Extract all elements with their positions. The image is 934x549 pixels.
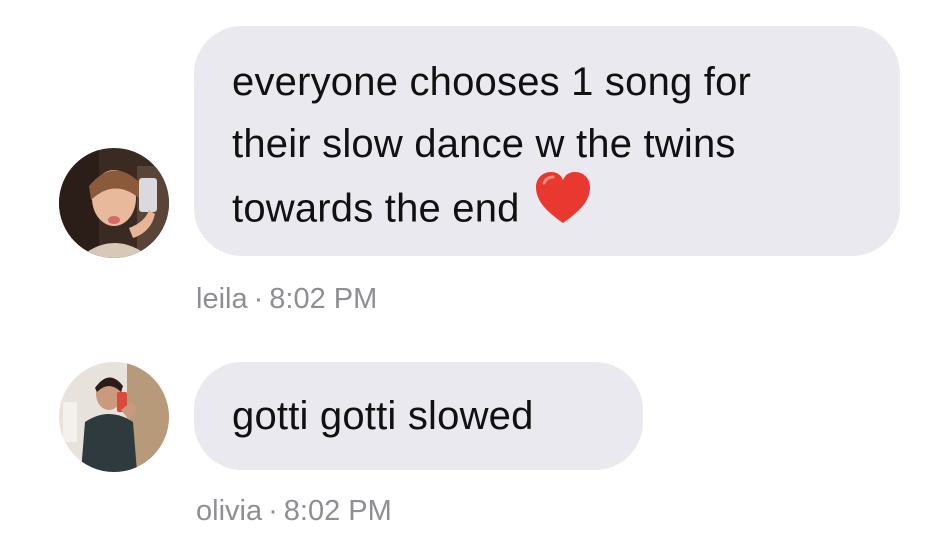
message-timestamp: 8:02 PM — [283, 495, 392, 527]
avatar-photo-leila — [59, 148, 169, 258]
sender-name: olivia — [196, 495, 263, 527]
message-text-line: towards the end — [232, 172, 866, 247]
meta-separator: · — [253, 283, 264, 315]
message-meta-leila: leila · 8:02 PM — [196, 282, 377, 316]
message-text-line: their slow dance w the twins — [232, 122, 736, 166]
message-bubble-olivia[interactable]: gotti gotti slowed — [194, 362, 643, 470]
message-timestamp: 8:02 PM — [269, 283, 378, 315]
message-text-line: gotti gotti slowed — [232, 394, 534, 438]
avatar-leila[interactable] — [59, 148, 169, 258]
sender-name: leila — [196, 283, 248, 315]
avatar-photo-olivia — [59, 362, 169, 472]
heart-emoji-icon — [534, 171, 592, 243]
message-text-line: everyone chooses 1 song for — [232, 60, 752, 104]
message-text-segment: towards the end — [232, 186, 520, 231]
message-meta-olivia: olivia · 8:02 PM — [196, 494, 392, 528]
message-bubble-leila[interactable]: everyone chooses 1 song for their slow d… — [194, 26, 900, 256]
meta-separator: · — [268, 495, 278, 527]
avatar-olivia[interactable] — [59, 362, 169, 472]
